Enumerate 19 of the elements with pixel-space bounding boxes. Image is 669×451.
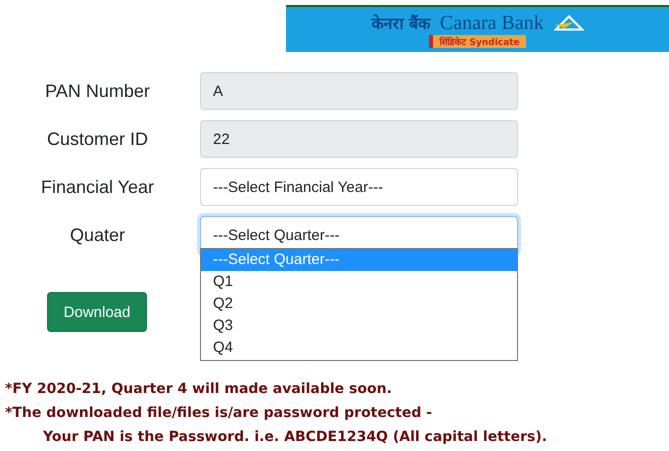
- dropdown-option[interactable]: Q2: [201, 293, 517, 315]
- readonly-field[interactable]: A: [200, 72, 518, 110]
- triangle-logo-icon: [554, 15, 584, 31]
- readonly-field[interactable]: 22: [200, 120, 518, 158]
- note-text: *FY 2020-21, Quarter 4 will made available soon.: [5, 380, 393, 399]
- logo-hindi-text: केनरा बैंक: [371, 13, 430, 34]
- field-label: PAN Number: [44, 80, 151, 102]
- dropdown-option[interactable]: Q3: [201, 315, 517, 337]
- field-label: Quater: [68, 224, 126, 246]
- dropdown-option[interactable]: Q1: [201, 271, 517, 293]
- note-text: Your PAN is the Password. i.e. ABCDE1234Q (All capital letters).: [42, 428, 548, 447]
- logo-text: Canara Bank: [440, 12, 544, 34]
- note-text: *The downloaded file/files is/are password protected -: [5, 404, 434, 423]
- field-label: Financial Year: [40, 176, 156, 198]
- field-label: Customer ID: [46, 128, 150, 150]
- download-button[interactable]: Download: [47, 292, 147, 332]
- select-field[interactable]: ---Select Financial Year---: [200, 168, 518, 206]
- syndicate-badge: सिंडिकेट Syndicate: [429, 34, 526, 48]
- dropdown-option[interactable]: Q4: [201, 337, 517, 359]
